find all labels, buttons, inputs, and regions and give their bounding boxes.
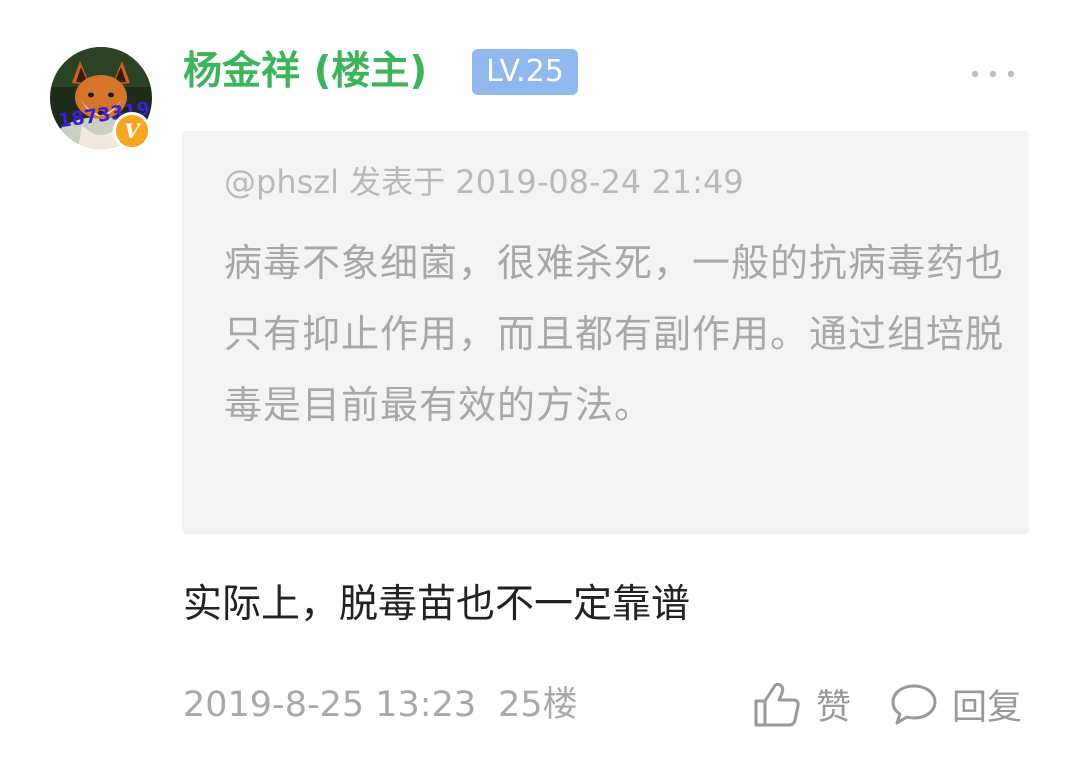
post-meta: 2019-8-25 13:23 25楼: [183, 680, 578, 730]
more-options-icon[interactable]: [965, 58, 1021, 88]
quoted-post[interactable]: @phszl 发表于 2019-08-24 21:49 病毒不象细菌，很难杀死，…: [182, 131, 1029, 534]
post-timestamp: 2019-8-25 13:23: [183, 685, 477, 725]
comment-bubble-icon: [890, 681, 938, 727]
thumbs-up-icon: [752, 679, 802, 729]
post-content: 实际上，脱毒苗也不一定靠谱: [183, 582, 691, 627]
quote-meta: @phszl 发表于 2019-08-24 21:49: [224, 163, 744, 201]
quote-text: 病毒不象细菌，很难杀死，一般的抗病毒药也只有抑止作用，而且都有副作用。通过组培脱…: [224, 241, 1005, 427]
reply-post: 1873319 V 杨金祥 (楼主) LV.25 @phszl 发表于 2019…: [0, 0, 1070, 764]
level-badge: LV.25: [472, 49, 578, 95]
like-button[interactable]: 赞: [752, 674, 851, 734]
floor-number: 25楼: [498, 685, 578, 725]
author-name[interactable]: 杨金祥 (楼主): [183, 44, 427, 100]
reply-button[interactable]: 回复: [890, 674, 1022, 734]
reply-label: 回复: [952, 687, 1023, 728]
verified-badge-icon: V: [113, 112, 151, 150]
like-label: 赞: [816, 687, 852, 728]
